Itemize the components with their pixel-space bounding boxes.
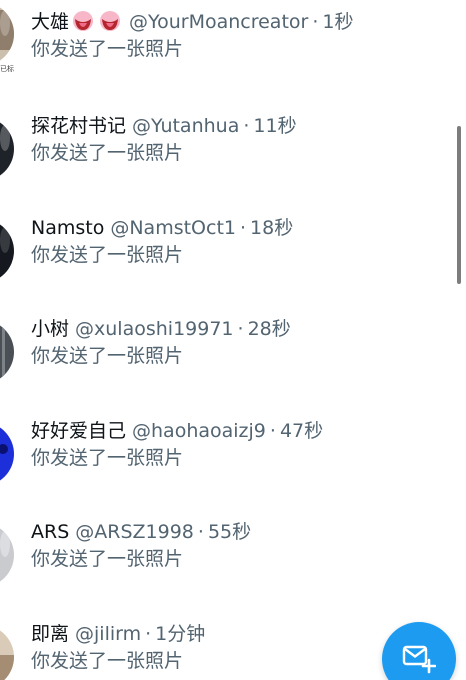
display-name: 小树 [31, 318, 70, 340]
tongue-emoji-icon [69, 11, 96, 33]
avatar[interactable] [0, 523, 14, 587]
conversation-item[interactable]: 好好爱自己 @haohaoaizj9 · 47秒 你发送了一张照片 [0, 406, 466, 508]
message-preview: 你发送了一张照片 [31, 345, 184, 367]
avatar[interactable] [0, 2, 14, 66]
avatar[interactable] [0, 625, 14, 680]
separator-dot: · [237, 318, 244, 340]
message-preview: 你发送了一张照片 [31, 447, 184, 469]
conversation-header: 小树 @xulaoshi19971 · 28秒 [31, 314, 291, 344]
conversation-item[interactable]: 小树 @xulaoshi19971 · 28秒 你发送了一张照片 [0, 304, 466, 406]
display-name: Namsto [31, 217, 105, 239]
display-name: ARS [31, 521, 70, 543]
display-name: 好好爱自己 [31, 420, 127, 442]
display-name: 探花村书记 [31, 115, 127, 137]
avatar[interactable] [0, 117, 14, 181]
separator-dot: · [240, 217, 247, 239]
separator-dot: · [145, 623, 152, 645]
conversation-header: 即离 @jilirm · 1分钟 [31, 619, 205, 649]
message-preview: 你发送了一张照片 [31, 244, 184, 266]
timestamp: 28秒 [247, 318, 291, 340]
conversation-header: 好好爱自己 @haohaoaizj9 · 47秒 [31, 416, 323, 446]
avatar-badge-text: 已标秒 [0, 65, 14, 73]
conversation-header: 大雄 @YourMoancreator · 1秒 [31, 7, 353, 37]
user-handle: @haohaoaizj9 [132, 420, 266, 442]
separator-dot: · [269, 420, 276, 442]
separator-dot: · [312, 11, 319, 33]
user-handle: @NamstOct1 [110, 217, 236, 239]
avatar[interactable] [0, 219, 14, 283]
avatar[interactable] [0, 422, 14, 486]
separator-dot: · [243, 115, 250, 137]
user-handle: @Yutanhua [132, 115, 240, 137]
timestamp: 47秒 [279, 420, 324, 442]
conversation-item[interactable]: ARS @ARSZ1998 · 55秒 你发送了一张照片 [0, 507, 466, 609]
user-handle: @YourMoancreator [129, 11, 309, 33]
timestamp: 1分钟 [155, 623, 206, 645]
conversation-header: ARS @ARSZ1998 · 55秒 [31, 517, 251, 547]
tongue-emoji-icon [96, 11, 123, 33]
conversation-header: Namsto @NamstOct1 · 18秒 [31, 213, 293, 243]
messages-screen: 已标秒 大雄@YourMoancreator·1秒 你发送了一张照片 探花村书记… [0, 0, 466, 680]
timestamp: 1秒 [322, 11, 354, 33]
scrollbar[interactable] [457, 126, 461, 284]
conversation-item[interactable]: Namsto @NamstOct1 · 18秒 你发送了一张照片 [0, 203, 466, 305]
display-name: 即离 [31, 623, 70, 645]
message-preview: 你发送了一张照片 [31, 142, 184, 164]
conversation-item[interactable]: 探花村书记 @Yutanhua · 11秒 你发送了一张照片 [0, 101, 466, 203]
user-handle: @ARSZ1998 [75, 521, 194, 543]
timestamp: 55秒 [207, 521, 252, 543]
separator-dot: · [197, 521, 204, 543]
message-preview: 你发送了一张照片 [31, 548, 184, 570]
conversation-header: 探花村书记 @Yutanhua · 11秒 [31, 111, 297, 141]
timestamp: 18秒 [250, 217, 294, 239]
avatar[interactable] [0, 320, 14, 384]
user-handle: @xulaoshi19971 [75, 318, 234, 340]
message-preview: 你发送了一张照片 [31, 650, 184, 672]
display-name: 大雄 [31, 11, 70, 33]
message-preview: 你发送了一张照片 [31, 38, 184, 60]
user-handle: @jilirm [75, 623, 142, 645]
conversation-list: 已标秒 大雄@YourMoancreator·1秒 你发送了一张照片 探花村书记… [0, 0, 466, 680]
timestamp: 11秒 [253, 115, 297, 137]
new-message-icon [402, 645, 436, 674]
conversation-item[interactable]: 已标秒 大雄 @YourMoancreator·1秒 你发送了一张照片 [0, 0, 466, 99]
